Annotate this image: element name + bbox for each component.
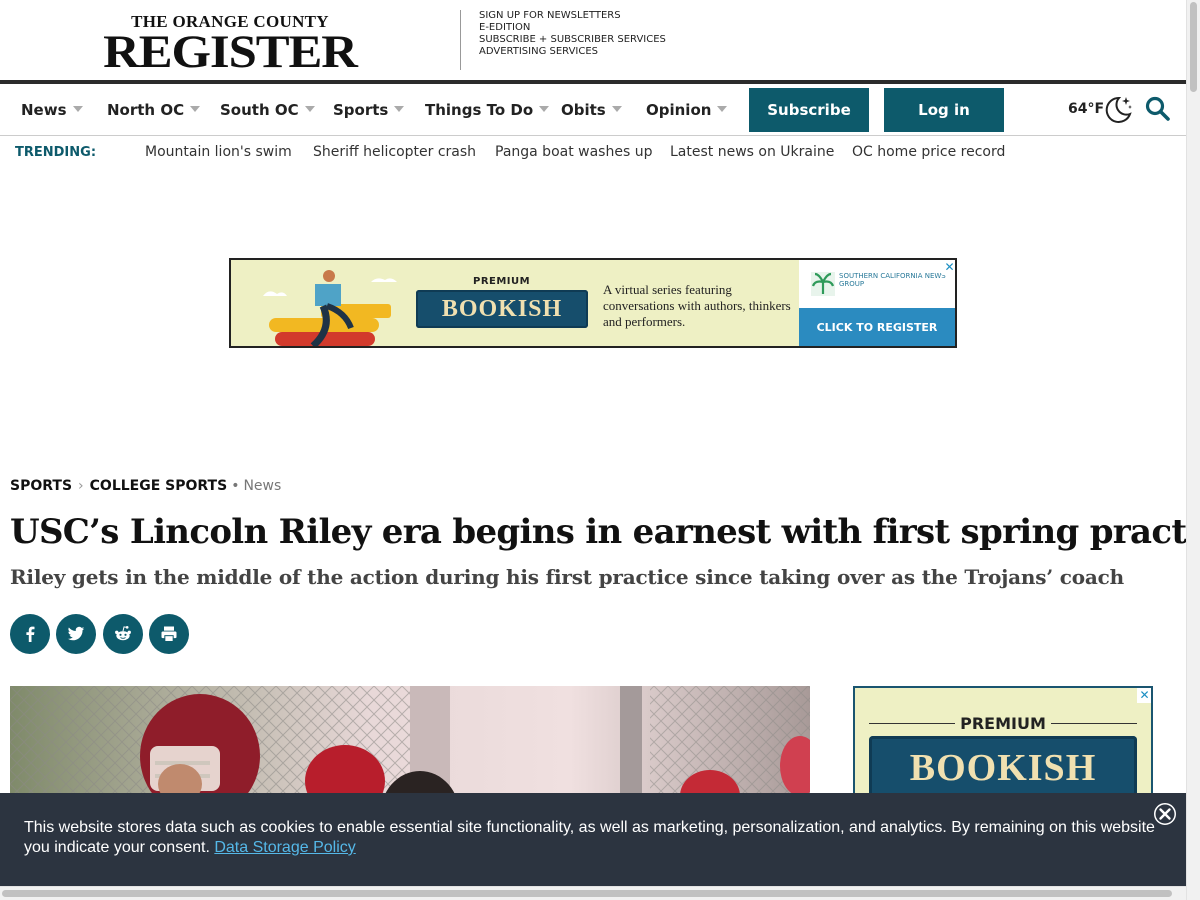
nav-item-opinion[interactable]: Opinion <box>646 101 728 119</box>
print-button[interactable] <box>149 614 189 654</box>
palm-tree-icon <box>811 272 835 296</box>
close-icon[interactable] <box>1152 801 1178 827</box>
print-icon <box>161 626 177 642</box>
reader-illustration-icon <box>263 270 397 346</box>
breadcrumb: SPORTS › COLLEGE SPORTS • News <box>10 478 281 494</box>
masthead-divider <box>460 10 461 70</box>
horizontal-scroll-thumb[interactable] <box>2 890 1172 897</box>
trending-link[interactable]: Panga boat washes up <box>495 144 652 160</box>
nav-item-label: News <box>21 101 67 119</box>
trending-link[interactable]: OC home price record <box>852 144 1005 160</box>
newsletter-link[interactable]: SIGN UP FOR NEWSLETTERS <box>479 10 666 22</box>
cookie-consent-bar: This website stores data such as cookies… <box>0 793 1186 886</box>
subscriber-services-link[interactable]: SUBSCRIBE + SUBSCRIBER SERVICES <box>479 34 666 46</box>
ad-close-icon[interactable]: ✕ <box>1137 688 1151 703</box>
bullet-separator: • <box>231 478 240 494</box>
top-links: SIGN UP FOR NEWSLETTERS E-EDITION SUBSCR… <box>479 10 666 58</box>
share-twitter-button[interactable] <box>56 614 96 654</box>
login-button[interactable]: Log in <box>884 88 1004 132</box>
chevron-down-icon <box>304 106 315 112</box>
twitter-icon <box>67 626 85 641</box>
ad-sponsor-panel: SOUTHERN CALIFORNIA NEWS GROUP CLICK TO … <box>799 260 955 346</box>
trending-bar: TRENDING: Mountain lion's swim Sheriff h… <box>0 137 1186 169</box>
trending-link[interactable]: Mountain lion's swim <box>145 144 292 160</box>
nav-item-label: Sports <box>333 101 389 119</box>
advertising-services-link[interactable]: ADVERTISING SERVICES <box>479 46 666 58</box>
click-to-register-button[interactable]: CLICK TO REGISTER <box>799 308 955 346</box>
ad-bookish-title: BOOKISH <box>416 290 588 328</box>
chevron-down-icon <box>190 106 201 112</box>
nav-item-news[interactable]: News <box>21 101 83 119</box>
chevron-down-icon <box>539 106 550 112</box>
trending-label: TRENDING: <box>15 145 97 160</box>
e-edition-link[interactable]: E-EDITION <box>479 22 666 34</box>
trending-link[interactable]: Sheriff helicopter crash <box>313 144 476 160</box>
nav-item-label: Things To Do <box>425 101 534 119</box>
nav-item-label: Obits <box>561 101 606 119</box>
ad-sponsor-name: SOUTHERN CALIFORNIA NEWS GROUP <box>839 272 946 288</box>
nav-item-things-to-do[interactable]: Things To Do <box>425 101 550 119</box>
article-subhead: Riley gets in the middle of the action d… <box>10 565 1124 589</box>
nav-item-south-oc[interactable]: South OC <box>220 101 315 119</box>
ad-copy: A virtual series featuring conversations… <box>603 282 791 329</box>
moon-stars-icon[interactable] <box>1102 94 1134 126</box>
share-reddit-button[interactable] <box>103 614 143 654</box>
search-icon[interactable] <box>1145 96 1171 122</box>
nav-item-sports[interactable]: Sports <box>333 101 405 119</box>
subscribe-button[interactable]: Subscribe <box>749 88 869 132</box>
cookie-text: This website stores data such as cookies… <box>24 818 1164 858</box>
share-facebook-button[interactable] <box>10 614 50 654</box>
nav-item-label: Opinion <box>646 101 712 119</box>
data-storage-policy-link[interactable]: Data Storage Policy <box>214 839 355 856</box>
breadcrumb-sports[interactable]: SPORTS <box>10 478 72 494</box>
logo-main-line: REGISTER <box>103 26 358 78</box>
chevron-right-icon: › <box>78 478 84 494</box>
chevron-down-icon <box>394 106 405 112</box>
vertical-scroll-thumb[interactable] <box>1190 2 1197 92</box>
horizontal-scrollbar[interactable] <box>0 886 1186 900</box>
chevron-down-icon <box>611 106 622 112</box>
facebook-icon <box>26 626 35 642</box>
breadcrumb-college-sports[interactable]: COLLEGE SPORTS <box>90 478 228 494</box>
nav-item-label: South OC <box>220 101 299 119</box>
register-logo[interactable]: THE ORANGE COUNTY REGISTER <box>103 13 358 76</box>
article-headline: USC’s Lincoln Riley era begins in earnes… <box>10 512 1200 552</box>
chevron-down-icon <box>72 106 83 112</box>
nav-item-label: North OC <box>107 101 185 119</box>
temperature[interactable]: 64°F <box>1068 101 1104 117</box>
chevron-down-icon <box>717 106 728 112</box>
ad-close-icon[interactable]: ✕ <box>942 260 955 275</box>
article-category: News <box>243 478 282 494</box>
ad-bookish-title: BOOKISH <box>869 736 1137 800</box>
ad-premium-label: PREMIUM <box>473 276 531 287</box>
page: THE ORANGE COUNTY REGISTER SIGN UP FOR N… <box>0 0 1200 900</box>
ad-premium-label: PREMIUM <box>960 714 1046 733</box>
cookie-message: This website stores data such as cookies… <box>24 819 1155 856</box>
nav-item-obits[interactable]: Obits <box>561 101 622 119</box>
vertical-scrollbar[interactable] <box>1186 0 1200 900</box>
trending-link[interactable]: Latest news on Ukraine <box>670 144 834 160</box>
main-nav: News North OC South OC Sports Things To … <box>0 84 1186 136</box>
reddit-icon <box>115 626 131 641</box>
nav-item-north-oc[interactable]: North OC <box>107 101 201 119</box>
bookish-banner-ad[interactable]: PREMIUM BOOKISH A virtual series featuri… <box>229 258 957 348</box>
